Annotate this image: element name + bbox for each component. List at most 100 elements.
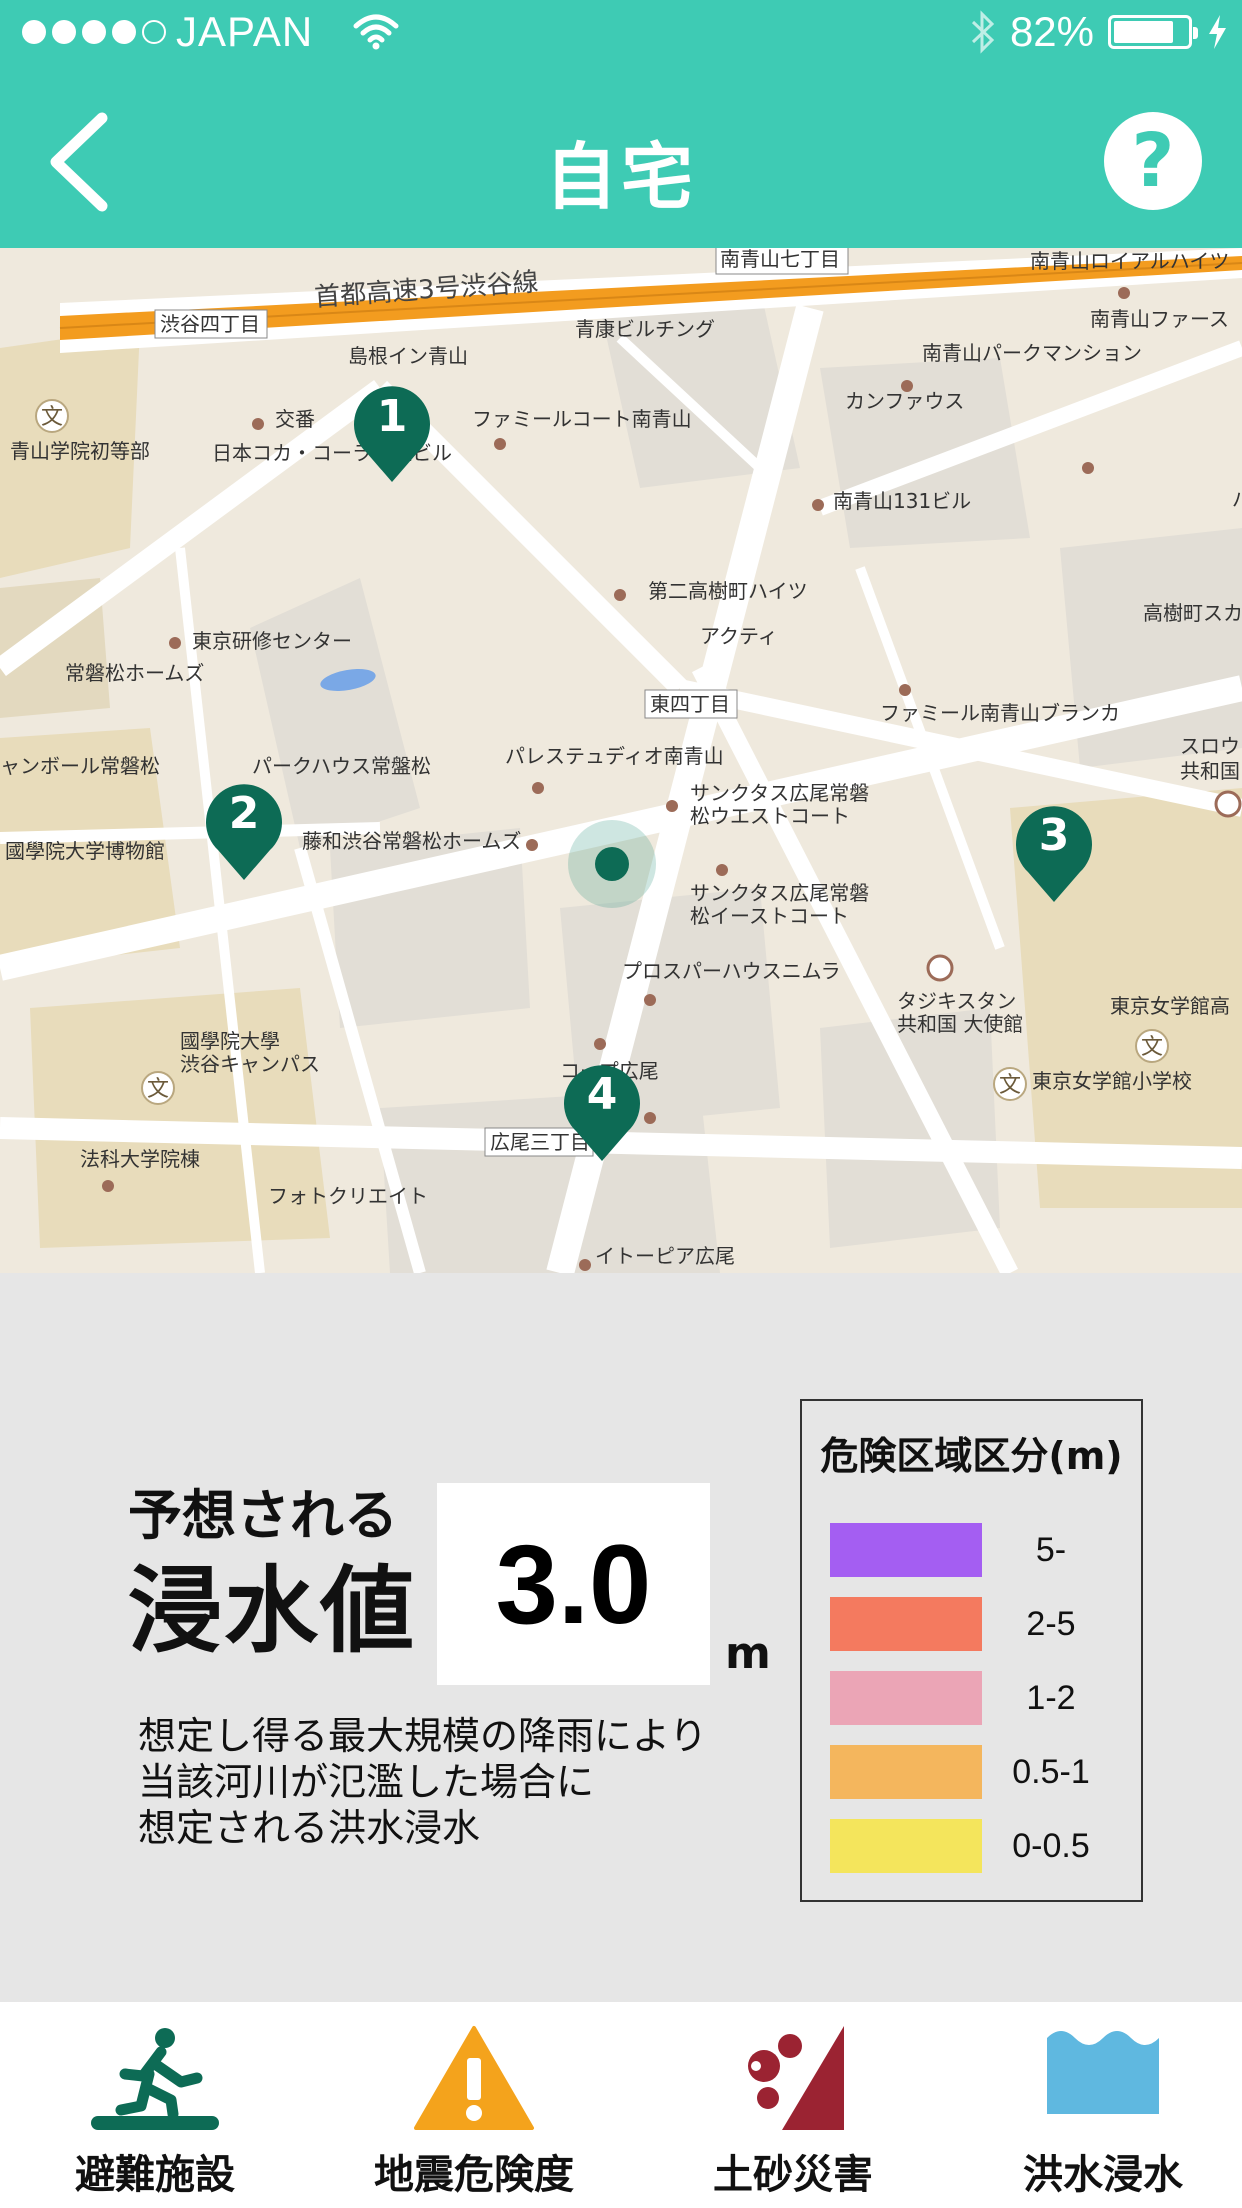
map-view[interactable]: 首都高速3号渋谷線 渋谷四丁目 南青山七丁目 南青山ロイアルハイツ 南青山ファー…: [0, 248, 1242, 1273]
map-label: プロスパーハウスニムラ: [622, 959, 841, 983]
svg-text:文: 文: [41, 405, 63, 430]
legend-range: 0.5-1: [1012, 1752, 1090, 1791]
marker-number: 1: [377, 391, 408, 442]
embassy-icon: [1214, 790, 1242, 818]
map-label: 共和国: [1180, 759, 1240, 783]
map-label: パレステュディオ南青山: [505, 744, 724, 768]
evacuation-icon: [91, 2028, 219, 2130]
tab-earthquake[interactable]: 地震危険度: [319, 2002, 629, 2208]
map-label: 第二高樹町ハイツ: [648, 579, 808, 603]
tab-label: 避難施設: [75, 2152, 235, 2198]
navigation-bar: 自宅 ?: [0, 72, 1242, 248]
map-label: 高樹町スカ: [1143, 601, 1242, 625]
description-line: 当該河川が氾濫した場合に: [138, 1760, 595, 1804]
map-label: 渋谷キャンパス: [180, 1052, 320, 1076]
flood-value-label: 浸水値: [128, 1557, 417, 1666]
map-label: アクティ: [700, 624, 778, 648]
map-label: フォトクリエイト: [268, 1184, 428, 1208]
legend-range: 0-0.5: [1012, 1826, 1090, 1865]
map-label: 松ウエストコート: [690, 804, 850, 828]
map-label: 青山学院初等部: [10, 439, 150, 463]
flood-description: 想定し得る最大規模の降雨により 当該河川が氾濫した場合に 想定される洪水浸水: [138, 1713, 707, 1851]
map-label: 法科大学院棟: [80, 1147, 200, 1171]
flood-info-panel: 予想される 浸水値 3.0 m 想定し得る最大規模の降雨により 当該河川が氾濫し…: [0, 1273, 1242, 2002]
status-left: JAPAN: [22, 8, 399, 56]
flood-value-box: 3.0: [437, 1483, 710, 1685]
legend-item: 0-0.5: [830, 1819, 1120, 1873]
map-label: 広尾三丁目: [490, 1130, 590, 1154]
map-label: 藤和渋谷常磐松ホームズ: [302, 829, 521, 853]
map-label: 東四丁目: [650, 692, 730, 716]
battery-percent: 82%: [1009, 8, 1094, 55]
map-label: 南青山ロイアルハイツ: [1030, 249, 1229, 273]
map-label: 國學院大学博物館: [5, 839, 165, 863]
legend-swatch: [830, 1597, 982, 1651]
map-label: パークハウス常盤松: [252, 754, 431, 778]
svg-text:文: 文: [1141, 1035, 1163, 1060]
map-label: 南青山七丁目: [720, 248, 840, 271]
status-bar: JAPAN 82%: [0, 0, 1242, 72]
legend-range: 1-2: [1026, 1678, 1076, 1717]
legend-range: 2-5: [1026, 1604, 1076, 1643]
legend-item: 1-2: [830, 1671, 1120, 1725]
description-line: 想定し得る最大規模の降雨により: [138, 1714, 708, 1758]
signal-strength-icon: [22, 20, 166, 44]
battery-icon: [1108, 15, 1198, 49]
bluetooth-icon: [971, 10, 995, 54]
legend-swatch: [830, 1745, 982, 1799]
map-label: 南青山131ビル: [833, 489, 971, 513]
legend-swatch: [830, 1671, 982, 1725]
map-label: 南青山ファース: [1090, 307, 1229, 331]
map-label: 常磐松ホームズ: [65, 661, 204, 685]
legend-swatch: [830, 1819, 982, 1873]
current-location-dot: [595, 847, 629, 881]
embassy-icon: [926, 954, 954, 982]
tab-flood[interactable]: 洪水浸水: [948, 2002, 1242, 2208]
map-label: 南青山パークマンション: [922, 341, 1142, 365]
tab-label: 洪水浸水: [1023, 2152, 1183, 2198]
legend-range: 5-: [1035, 1530, 1067, 1569]
tab-label: 地震危険度: [374, 2152, 574, 2198]
legend-item: 0.5-1: [830, 1745, 1120, 1799]
legend-swatch: [830, 1523, 982, 1577]
marker-number: 2: [229, 788, 260, 839]
tab-bar: 避難施設 地震危険度 土砂災害 洪水浸水: [0, 2002, 1242, 2208]
carrier-label: JAPAN: [176, 8, 314, 55]
flood-icon: [1047, 2031, 1159, 2114]
svg-text:文: 文: [147, 1077, 169, 1102]
tab-landslide[interactable]: 土砂災害: [638, 2002, 948, 2208]
description-line: 想定される洪水浸水: [138, 1806, 481, 1850]
danger-zone-legend: 危険区域区分(m) 5- 2-5 1-2 0.5-1 0-0.5: [800, 1399, 1143, 1902]
map-label: サンクタス広尾常磐: [690, 881, 869, 905]
marker-number: 4: [587, 1069, 618, 1120]
legend-title: 危険区域区分(m): [820, 1434, 1123, 1478]
map-canvas: 首都高速3号渋谷線 渋谷四丁目 南青山七丁目 南青山ロイアルハイツ 南青山ファー…: [0, 248, 1242, 1273]
page-title: 自宅: [544, 135, 697, 219]
map-label: 國學院大學: [180, 1029, 280, 1053]
map-label: 東京研修センター: [192, 629, 352, 653]
help-button[interactable]: ?: [1104, 112, 1202, 210]
map-label: スロウ: [1180, 734, 1240, 758]
landslide-icon: [748, 2026, 844, 2130]
map-label: 渋谷四丁目: [160, 312, 260, 336]
charging-icon: [1209, 15, 1226, 49]
map-label: イトーピア広尾: [595, 1244, 735, 1268]
map-label: ファミールコート南青山: [472, 407, 692, 431]
map-label: 交番: [275, 407, 315, 431]
map-label: 青康ビルチング: [575, 317, 715, 341]
tab-evacuation[interactable]: 避難施設: [0, 2002, 310, 2208]
warning-icon: [414, 2026, 534, 2130]
svg-text:文: 文: [999, 1073, 1021, 1098]
map-label: 松イーストコート: [690, 904, 849, 928]
map-label: サンクタス広尾常磐: [690, 781, 869, 805]
legend-item: 2-5: [830, 1597, 1120, 1651]
map-label: タジキスタン: [897, 989, 1016, 1013]
map-label: パーク: [1232, 487, 1242, 511]
map-label: 東京女学館高: [1110, 994, 1230, 1018]
status-right: 82%: [970, 8, 1228, 56]
question-icon: ?: [1131, 118, 1175, 204]
legend-item: 5-: [830, 1523, 1120, 1577]
map-label: カンファウス: [845, 389, 964, 413]
wifi-icon: [353, 14, 399, 50]
flood-value-unit: m: [725, 1628, 771, 1679]
